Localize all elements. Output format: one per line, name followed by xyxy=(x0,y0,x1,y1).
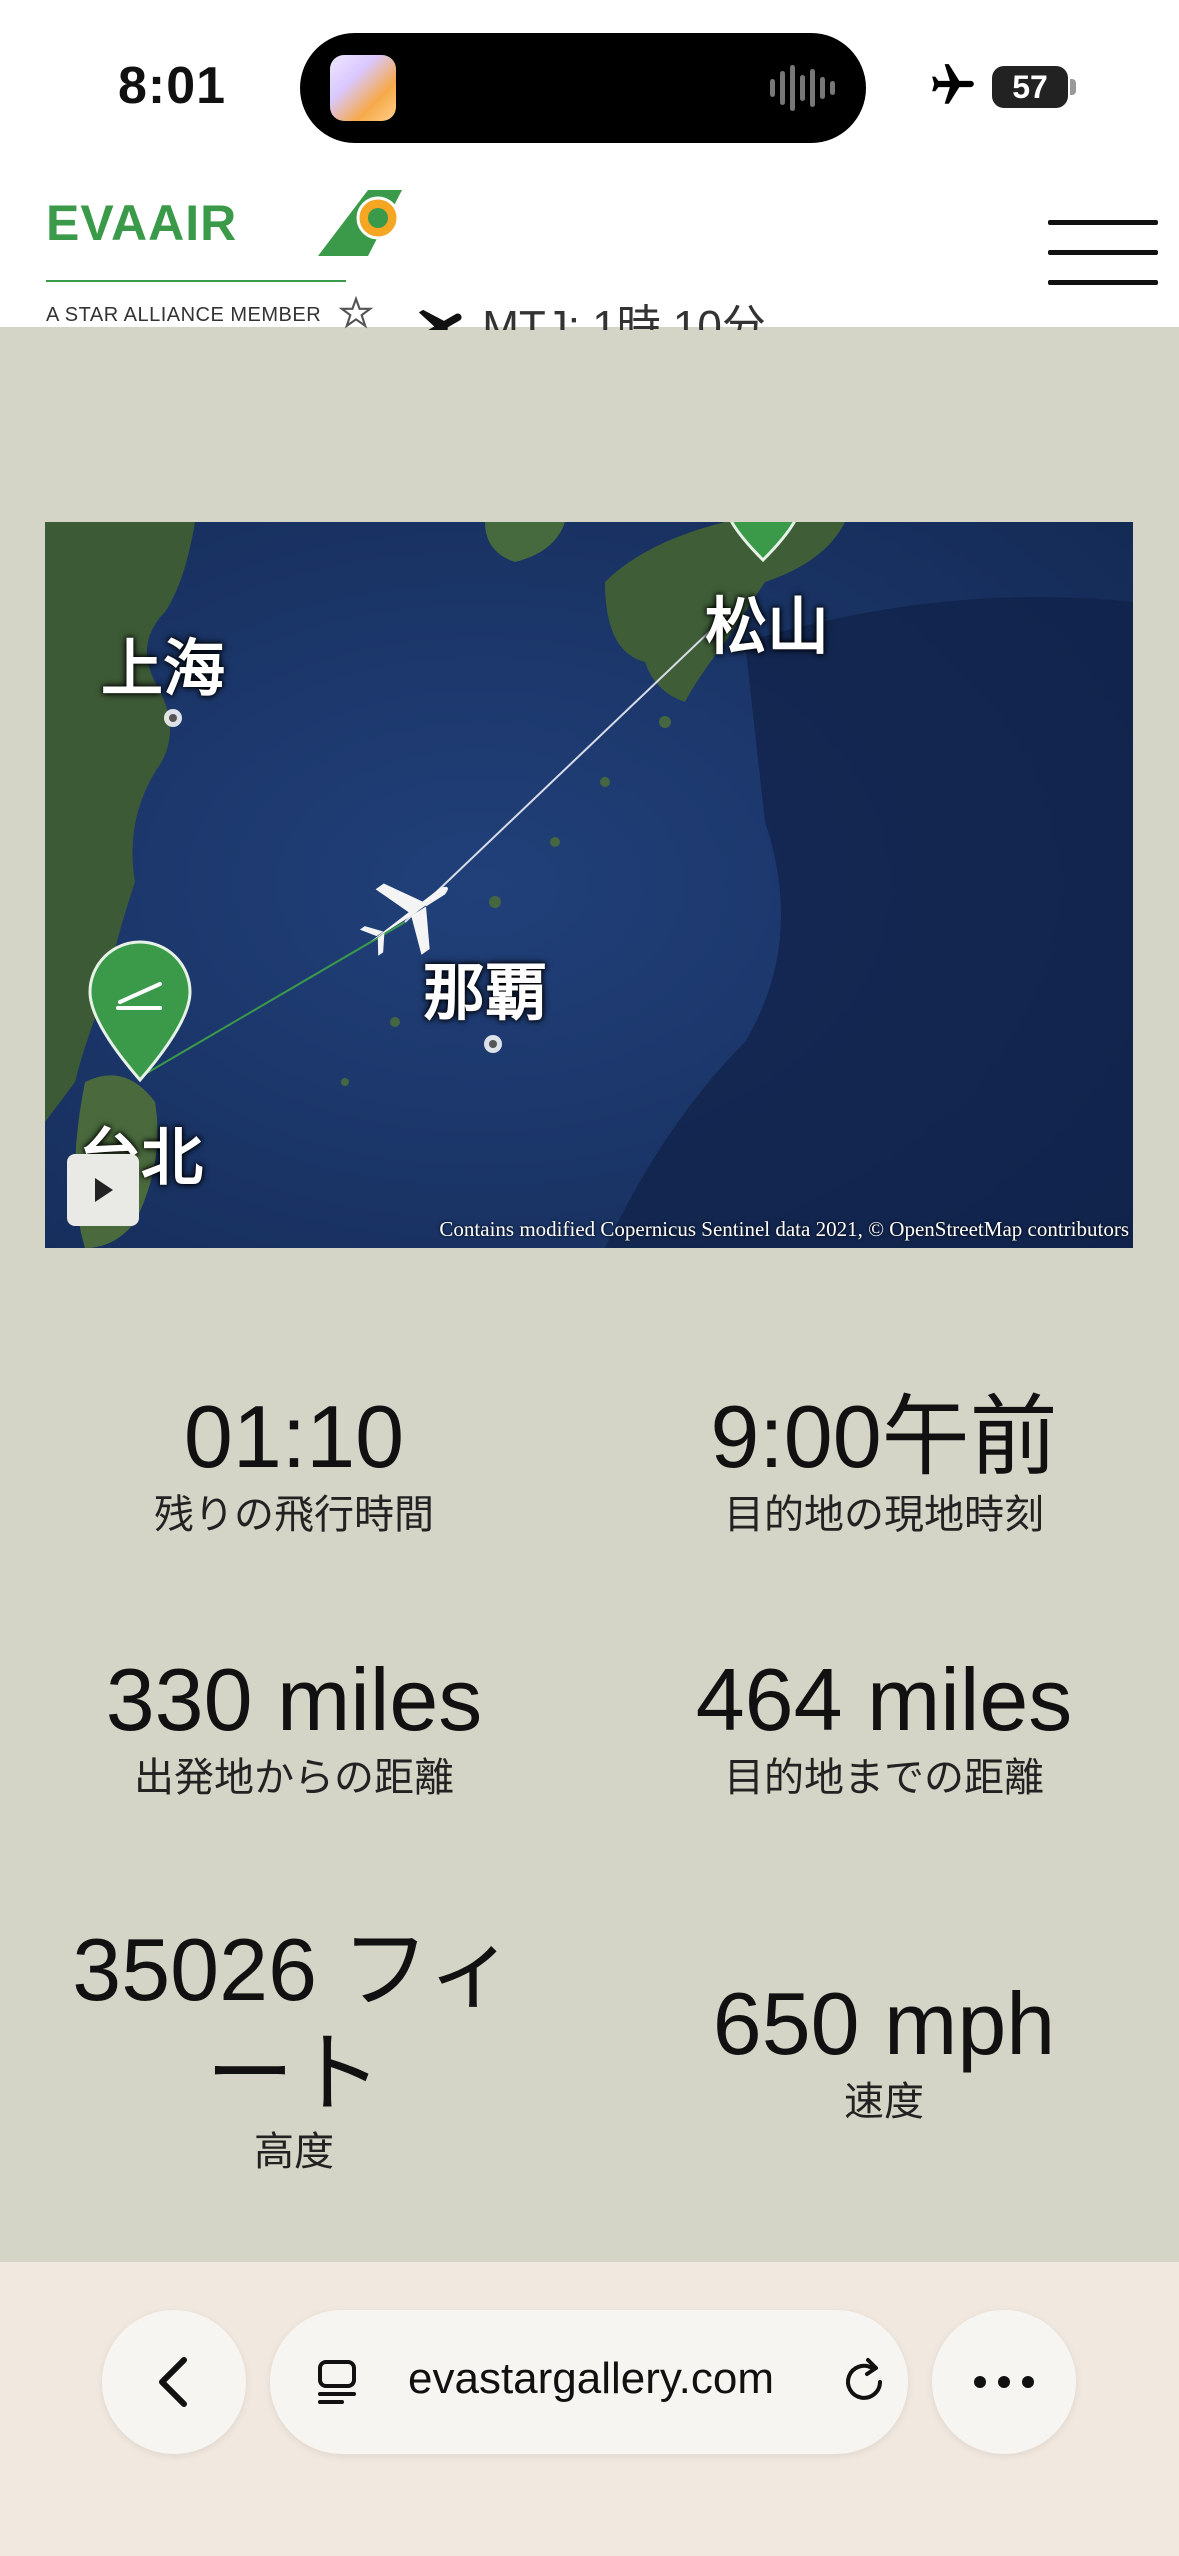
stat-value: 650 mph xyxy=(712,1974,1056,2073)
stat-distance-to: 464 miles 目的地までの距離 xyxy=(604,1648,1164,1804)
stat-speed: 650 mph 速度 xyxy=(604,1972,1164,2128)
browser-toolbar: evastargallery.com xyxy=(0,2262,1179,2556)
map-label-matsuyama: 松山 xyxy=(705,590,830,663)
logo-divider xyxy=(46,280,346,282)
flight-map[interactable]: 上海 松山 那覇 台北 Contains modified Copernicus… xyxy=(45,522,1133,1248)
stat-value: 01:10 xyxy=(183,1387,405,1486)
status-time: 8:01 xyxy=(118,57,227,115)
menu-bar xyxy=(1048,220,1158,225)
plane-icon xyxy=(413,310,462,330)
stat-local-time: 9:00午前 目的地の現地時刻 xyxy=(604,1385,1164,1541)
back-button[interactable] xyxy=(102,2310,246,2454)
chevron-left-icon xyxy=(159,2357,187,2407)
logo-emblem-icon xyxy=(318,190,402,256)
star-alliance-icon xyxy=(338,296,374,329)
battery-indicator: 57 xyxy=(992,66,1068,108)
eva-air-logo[interactable]: EVAAIR A STAR ALLIANCE MEMBER xyxy=(46,190,406,329)
stat-distance-from: 330 miles 出発地からの距離 xyxy=(14,1648,574,1804)
stat-label: 速度 xyxy=(844,2079,924,2125)
battery-cap xyxy=(1070,79,1076,95)
stat-label: 高度 xyxy=(254,2129,334,2175)
logo-wordmark: EVAAIR xyxy=(46,195,238,251)
page-menu-icon[interactable] xyxy=(314,2356,366,2408)
stat-label: 残りの飛行時間 xyxy=(154,1492,434,1538)
airplane-mode-icon xyxy=(932,64,974,104)
audio-wave-icon xyxy=(770,65,835,111)
flight-time-summary: MTJ: 1時 10分 xyxy=(410,290,766,330)
url-text: evastargallery.com xyxy=(408,2354,774,2403)
menu-bar xyxy=(1048,280,1158,285)
stat-label: 出発地からの距離 xyxy=(134,1755,454,1801)
stat-remaining-time: 01:10 残りの飛行時間 xyxy=(14,1385,574,1541)
stat-label: 目的地までの距離 xyxy=(724,1755,1044,1801)
flight-time-text: MTJ: 1時 10分 xyxy=(482,302,766,330)
menu-button[interactable] xyxy=(1048,218,1158,288)
logo-subtitle: A STAR ALLIANCE MEMBER xyxy=(46,304,322,326)
map-label-shanghai: 上海 xyxy=(101,632,226,705)
play-button[interactable] xyxy=(67,1154,139,1226)
address-bar[interactable]: evastargallery.com xyxy=(270,2310,908,2454)
dynamic-island[interactable] xyxy=(300,33,866,143)
app-icon xyxy=(330,55,396,121)
ellipsis-icon xyxy=(974,2376,1034,2388)
status-bar: 8:01 57 xyxy=(0,0,1179,170)
stat-value: 330 miles xyxy=(105,1650,483,1749)
stat-value: 9:00午前 xyxy=(710,1387,1058,1486)
menu-bar xyxy=(1048,250,1158,255)
stat-value: 464 miles xyxy=(695,1650,1073,1749)
stat-altitude: 35026 フィート 高度 xyxy=(44,1918,544,2178)
stat-value: 35026 フィート xyxy=(72,1920,516,2123)
map-label-naha: 那覇 xyxy=(423,956,548,1029)
map-attribution: Contains modified Copernicus Sentinel da… xyxy=(439,1217,1129,1241)
more-button[interactable] xyxy=(932,2310,1076,2454)
reload-icon[interactable] xyxy=(836,2354,892,2410)
stat-label: 目的地の現地時刻 xyxy=(724,1492,1044,1538)
